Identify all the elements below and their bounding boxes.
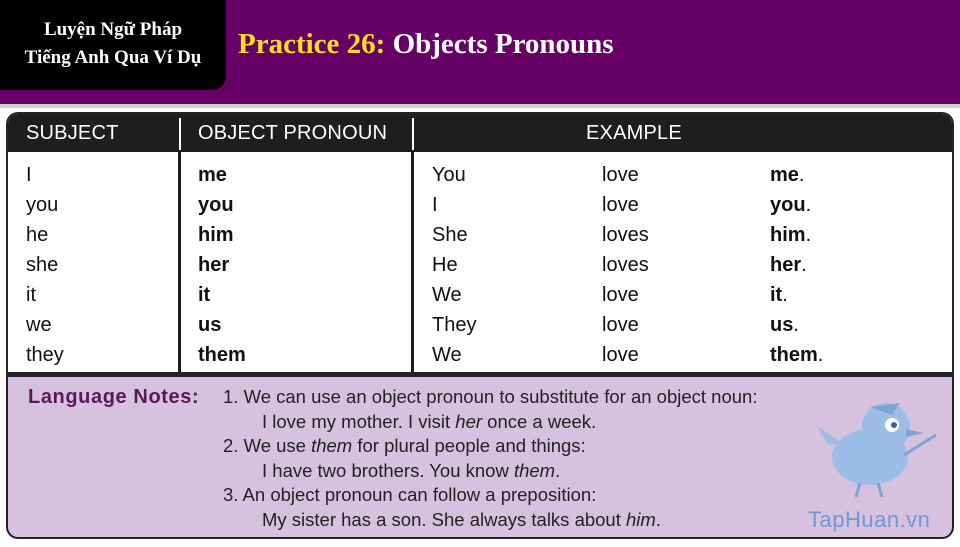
object-pronoun-cell: her bbox=[198, 254, 230, 276]
note-1-example: I love my mother. I visit her once a wee… bbox=[262, 411, 596, 433]
subject-cell: they bbox=[26, 344, 64, 366]
example-subject-cell: He bbox=[432, 254, 458, 276]
subject-cell: I bbox=[26, 164, 32, 186]
example-subject-cell: We bbox=[432, 344, 462, 366]
example-object-cell: me. bbox=[770, 164, 804, 187]
example-object-pronoun: us bbox=[770, 314, 794, 336]
note-emphasis: them bbox=[311, 435, 353, 456]
object-pronoun-cell: it bbox=[198, 284, 211, 306]
example-object-pronoun: it bbox=[770, 284, 783, 306]
punctuation: . bbox=[793, 314, 799, 336]
page-title: Practice 26: Objects Pronouns bbox=[238, 28, 614, 61]
header-divider bbox=[412, 118, 414, 150]
example-text: once a week. bbox=[482, 411, 597, 432]
punctuation: . bbox=[782, 284, 788, 306]
subject-cell: you bbox=[26, 194, 59, 216]
note-text: 2. We use bbox=[223, 435, 312, 456]
example-object-cell: it. bbox=[770, 284, 788, 307]
table-header bbox=[8, 114, 952, 152]
example-subject-cell: They bbox=[432, 314, 477, 336]
example-text: . bbox=[555, 460, 561, 481]
subject-cell: it bbox=[26, 284, 36, 306]
banner-shadow bbox=[0, 104, 960, 108]
object-pronoun-cell: them bbox=[198, 344, 246, 366]
example-object-pronoun: you bbox=[770, 194, 806, 216]
header-subject: SUBJECT bbox=[26, 122, 119, 144]
example-subject-cell: I bbox=[432, 194, 438, 216]
object-pronoun-cell: me bbox=[198, 164, 227, 186]
object-pronoun-cell: him bbox=[198, 224, 234, 246]
example-verb-cell: love bbox=[602, 284, 639, 306]
column-divider bbox=[411, 114, 414, 372]
example-object-pronoun: her bbox=[770, 254, 802, 276]
subject-cell: she bbox=[26, 254, 59, 276]
note-2: 2. We use them for plural people and thi… bbox=[223, 435, 586, 457]
example-emphasis: them bbox=[513, 460, 556, 481]
watermark: TapHuan.vn bbox=[808, 507, 931, 532]
example-text: I love my mother. I visit bbox=[262, 411, 456, 432]
example-object-cell: you. bbox=[770, 194, 811, 217]
badge-line-2: Tiếng Anh Qua Ví Dụ bbox=[24, 47, 202, 68]
title-text: Objects Pronouns bbox=[392, 28, 614, 60]
example-text: . bbox=[655, 509, 661, 530]
note-2-example: I have two brothers. You know them. bbox=[262, 460, 560, 482]
notes-label: Language Notes: bbox=[28, 386, 200, 408]
column-divider bbox=[178, 114, 181, 372]
pronoun-table: SUBJECT OBJECT PRONOUN EXAMPLE Ime You lov… bbox=[6, 112, 954, 374]
series-badge: Luyện Ngữ Pháp Tiếng Anh Qua Ví Dụ bbox=[0, 0, 226, 90]
example-object-pronoun: him bbox=[770, 224, 806, 246]
note-3-example: My sister has a son. She always talks ab… bbox=[262, 509, 661, 531]
header-divider bbox=[179, 118, 181, 150]
example-object-cell: them. bbox=[770, 344, 823, 367]
object-pronoun-cell: you bbox=[198, 194, 234, 216]
punctuation: . bbox=[805, 224, 812, 246]
example-object-cell: her. bbox=[770, 254, 807, 277]
example-verb-cell: loves bbox=[602, 224, 649, 246]
example-verb-cell: love bbox=[602, 194, 639, 216]
note-1: 1. We can use an object pronoun to subst… bbox=[223, 386, 758, 407]
example-object-pronoun: me bbox=[770, 164, 799, 186]
header-example: EXAMPLE bbox=[586, 122, 682, 144]
object-pronoun-cell: us bbox=[198, 314, 222, 336]
punctuation: . bbox=[805, 194, 812, 216]
language-notes: Language Notes: 1. We can use an object … bbox=[6, 374, 954, 539]
example-verb-cell: love bbox=[602, 314, 639, 336]
example-verb-cell: loves bbox=[602, 254, 649, 276]
example-subject-cell: We bbox=[432, 284, 462, 306]
subject-cell: he bbox=[26, 224, 49, 246]
bird-mascot-icon bbox=[816, 403, 937, 498]
example-subject-cell: She bbox=[432, 224, 468, 246]
punctuation: . bbox=[798, 164, 805, 186]
example-verb-cell: love bbox=[602, 344, 639, 366]
subject-cell: we bbox=[26, 314, 52, 336]
punctuation: . bbox=[817, 344, 824, 366]
example-object-cell: him. bbox=[770, 224, 811, 247]
example-object-pronoun: them bbox=[770, 344, 818, 366]
example-text: I have two brothers. You know bbox=[262, 460, 514, 481]
title-number: Practice 26: bbox=[238, 28, 386, 60]
example-subject-cell: You bbox=[432, 164, 466, 186]
example-verb-cell: love bbox=[602, 164, 639, 186]
note-3: 3. An object pronoun can follow a prepos… bbox=[223, 484, 597, 505]
example-text: My sister has a son. She always talks ab… bbox=[262, 509, 627, 530]
header-object-pronoun: OBJECT PRONOUN bbox=[198, 122, 388, 144]
example-emphasis: him bbox=[626, 509, 656, 530]
note-text: for plural people and things: bbox=[352, 435, 586, 456]
example-emphasis: her bbox=[455, 411, 483, 432]
punctuation: . bbox=[801, 254, 807, 276]
badge-line-1: Luyện Ngữ Pháp bbox=[43, 19, 183, 40]
example-object-cell: us. bbox=[770, 314, 799, 337]
